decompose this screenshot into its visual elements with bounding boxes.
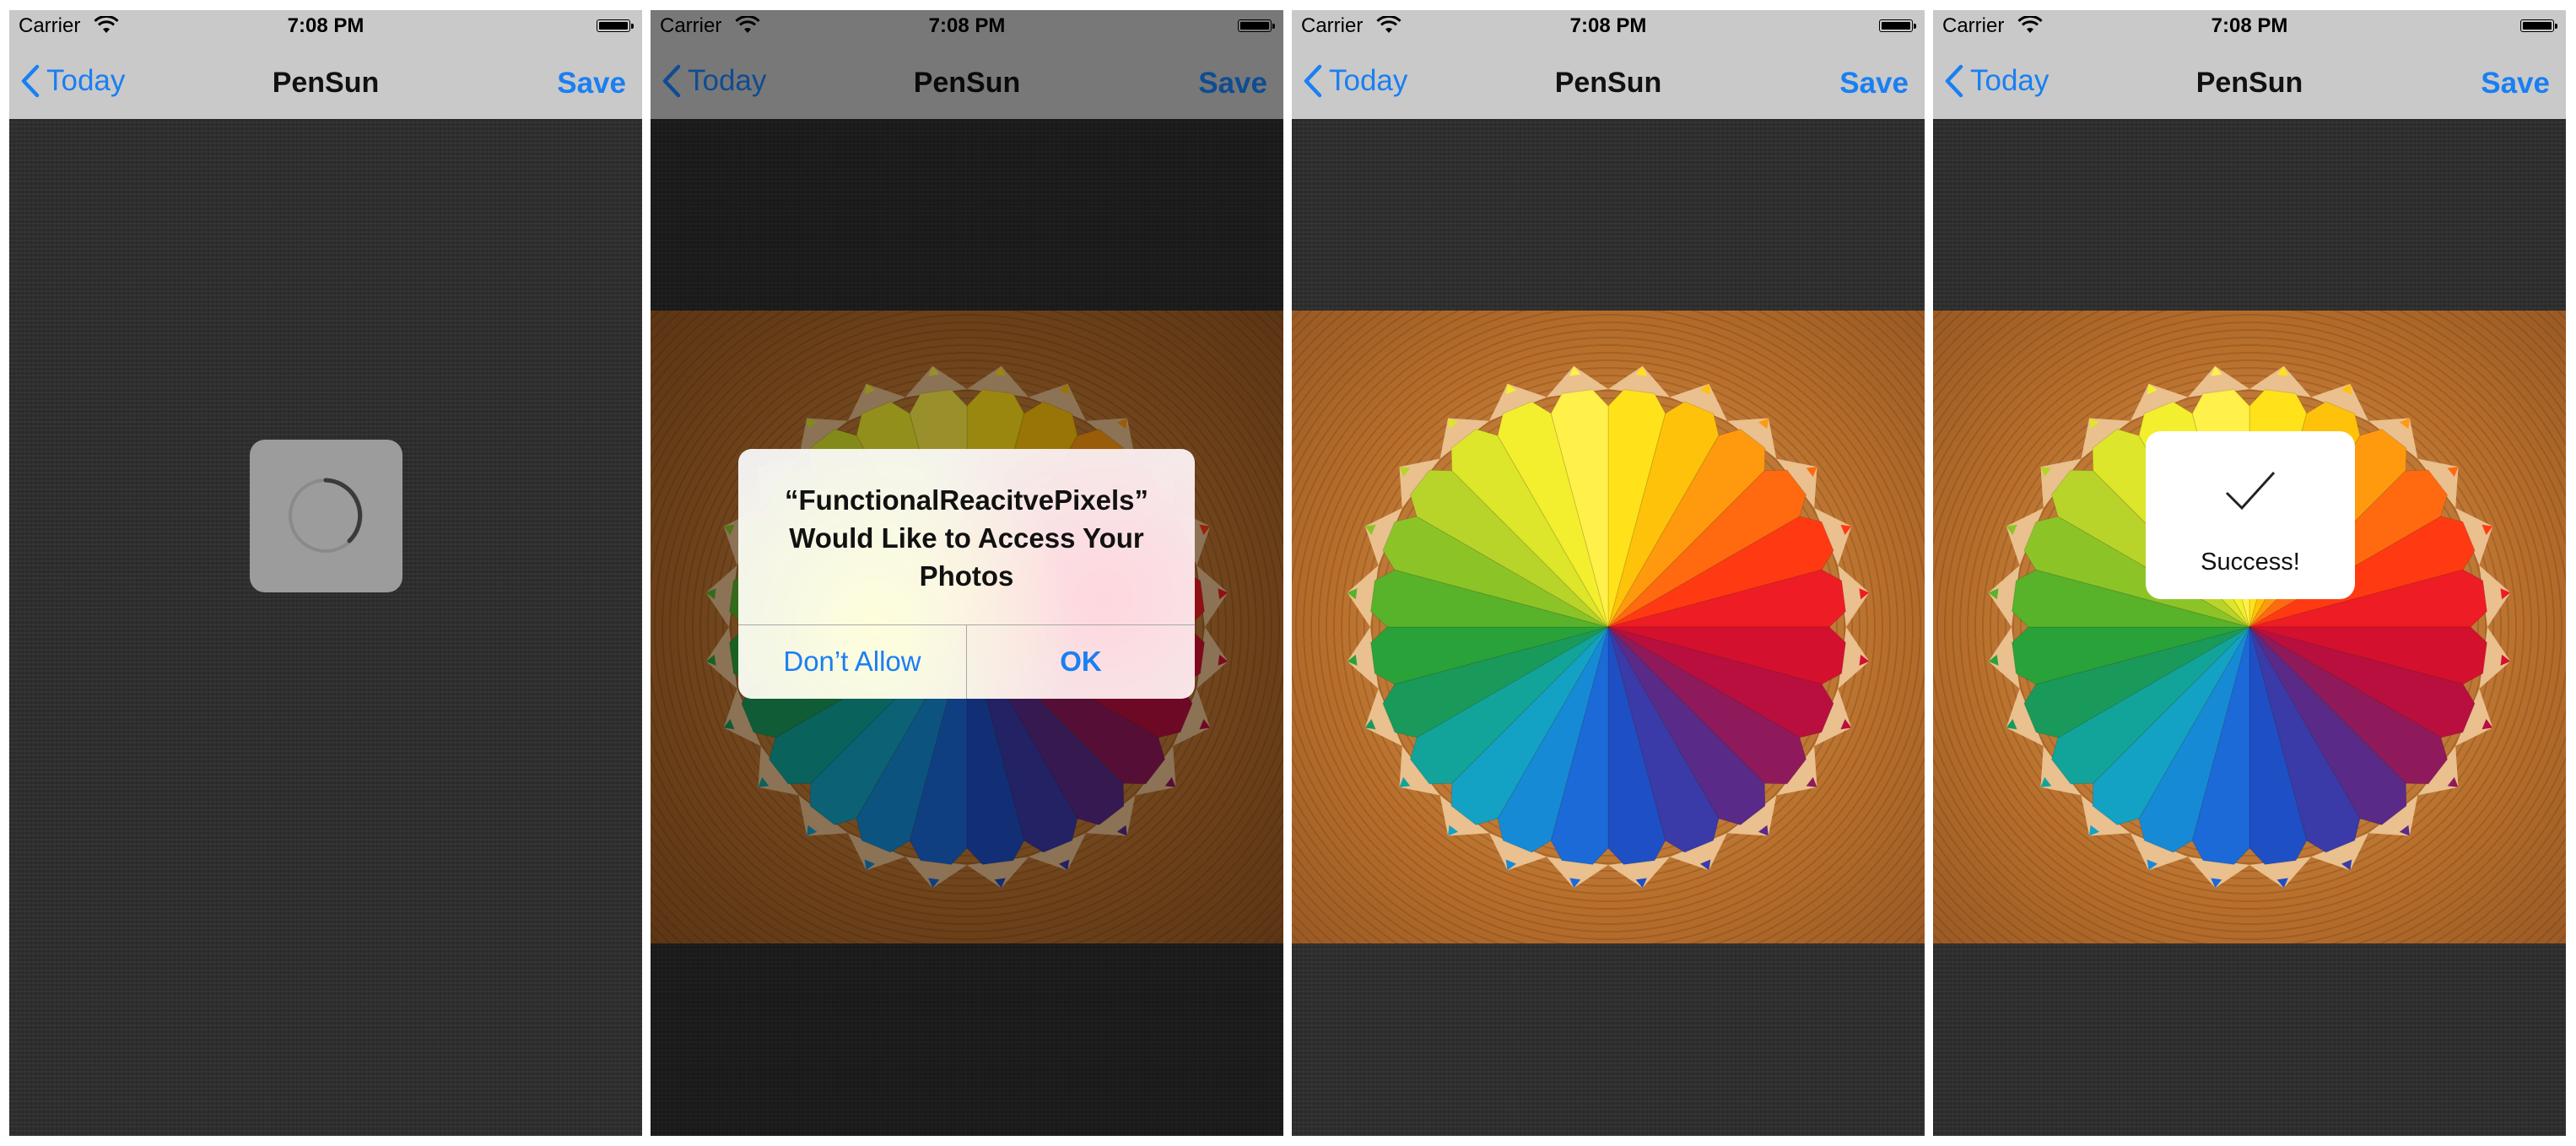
status-bar: Carrier 7:08 PM [1292, 10, 1925, 44]
ok-button[interactable]: OK [967, 624, 1195, 699]
clock: 7:08 PM [2211, 14, 2288, 37]
screen-photo: Carrier 7:08 PM Today PenSun Save [1292, 10, 1925, 1136]
status-bar: Carrier 7:08 PM [1933, 10, 2566, 44]
screen-permission-alert: Carrier 7:08 PM Today PenSun Save “Funct… [651, 10, 1283, 1136]
navigation-bar: Today PenSun Save [1933, 44, 2566, 119]
screen-loading: Carrier 7:08 PM Today PenSun Save [9, 10, 642, 1136]
alert-title: “FunctionalReacitvePixels” Would Like to… [785, 484, 1148, 592]
clock: 7:08 PM [287, 14, 365, 37]
nav-title: PenSun [2195, 67, 2303, 99]
success-message: Success! [2201, 549, 2300, 576]
navigation-bar: Today PenSun Save [1292, 44, 1925, 119]
nav-title: PenSun [1554, 67, 1662, 99]
save-button[interactable]: Save [2481, 67, 2550, 100]
screen-success: Carrier 7:08 PM Today PenSun Save Succes… [1933, 10, 2566, 1136]
pencil-photo [1292, 311, 1925, 943]
spinner-icon [289, 478, 363, 553]
status-bar: Carrier 7:08 PM [9, 10, 642, 44]
save-button[interactable]: Save [1839, 67, 1909, 100]
battery-icon [2520, 19, 2557, 34]
checkmark-icon [2225, 471, 2276, 511]
loading-indicator [250, 440, 402, 592]
navigation-bar: Today PenSun Save [9, 44, 642, 119]
success-hud: Success! [2146, 431, 2355, 599]
battery-icon [597, 19, 634, 34]
pencil-photo [1933, 311, 2566, 943]
dont-allow-button[interactable]: Don’t Allow [738, 624, 966, 699]
nav-title: PenSun [272, 67, 380, 99]
clock: 7:08 PM [1569, 14, 1647, 37]
photos-permission-alert: “FunctionalReacitvePixels” Would Like to… [738, 449, 1195, 699]
save-button[interactable]: Save [557, 67, 626, 100]
battery-icon [1879, 19, 1916, 34]
